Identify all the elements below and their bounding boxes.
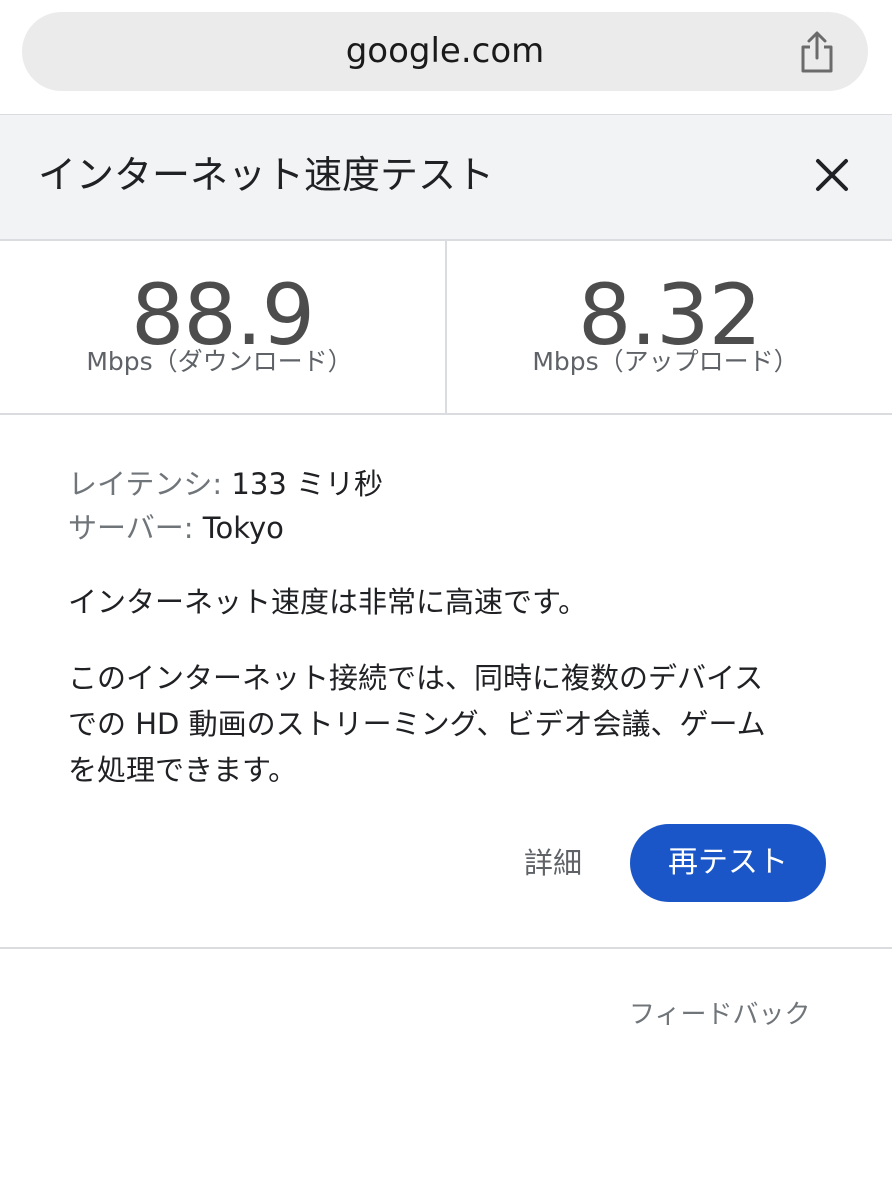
speed-summary: インターネット速度は非常に高速です。 bbox=[68, 585, 588, 619]
dialog-header: インターネット速度テスト bbox=[0, 115, 892, 241]
latency-label: レイテンシ: bbox=[68, 467, 223, 501]
upload-metric: 8.32 Mbps（アップロード） bbox=[447, 241, 892, 413]
details-link[interactable]: 詳細 bbox=[524, 838, 582, 888]
description-line: このインターネット接続では、同時に複数のデバイス bbox=[68, 661, 764, 695]
server-row: サーバー: Tokyo bbox=[68, 506, 828, 550]
share-icon[interactable] bbox=[796, 30, 838, 74]
download-metric: 88.9 Mbps（ダウンロード） bbox=[0, 241, 445, 413]
description-line: での HD 動画のストリーミング、ビデオ会議、ゲーム bbox=[68, 707, 766, 741]
url-text[interactable]: google.com bbox=[22, 12, 868, 91]
description-line: を処理できます。 bbox=[68, 753, 298, 787]
upload-speed-unit: Mbps（アップロード） bbox=[532, 347, 799, 376]
speed-metrics: 88.9 Mbps（ダウンロード） 8.32 Mbps（アップロード） bbox=[0, 241, 892, 415]
close-icon[interactable] bbox=[812, 155, 852, 195]
server-label: サーバー: bbox=[68, 511, 194, 545]
latency-value: 133 ミリ秒 bbox=[231, 467, 383, 501]
address-bar[interactable]: google.com bbox=[22, 12, 868, 91]
download-speed-unit: Mbps（ダウンロード） bbox=[86, 347, 353, 376]
feedback-link[interactable]: フィードバック bbox=[629, 995, 810, 1035]
divider bbox=[0, 947, 892, 949]
latency-row: レイテンシ: 133 ミリ秒 bbox=[68, 462, 828, 506]
server-value: Tokyo bbox=[202, 511, 284, 545]
retest-button[interactable]: 再テスト bbox=[630, 824, 826, 902]
speed-description: このインターネット接続では、同時に複数のデバイス での HD 動画のストリーミン… bbox=[68, 655, 828, 793]
connection-info: レイテンシ: 133 ミリ秒 サーバー: Tokyo bbox=[68, 462, 828, 550]
dialog-title: インターネット速度テスト bbox=[38, 153, 495, 197]
browser-toolbar: google.com bbox=[0, 0, 892, 115]
